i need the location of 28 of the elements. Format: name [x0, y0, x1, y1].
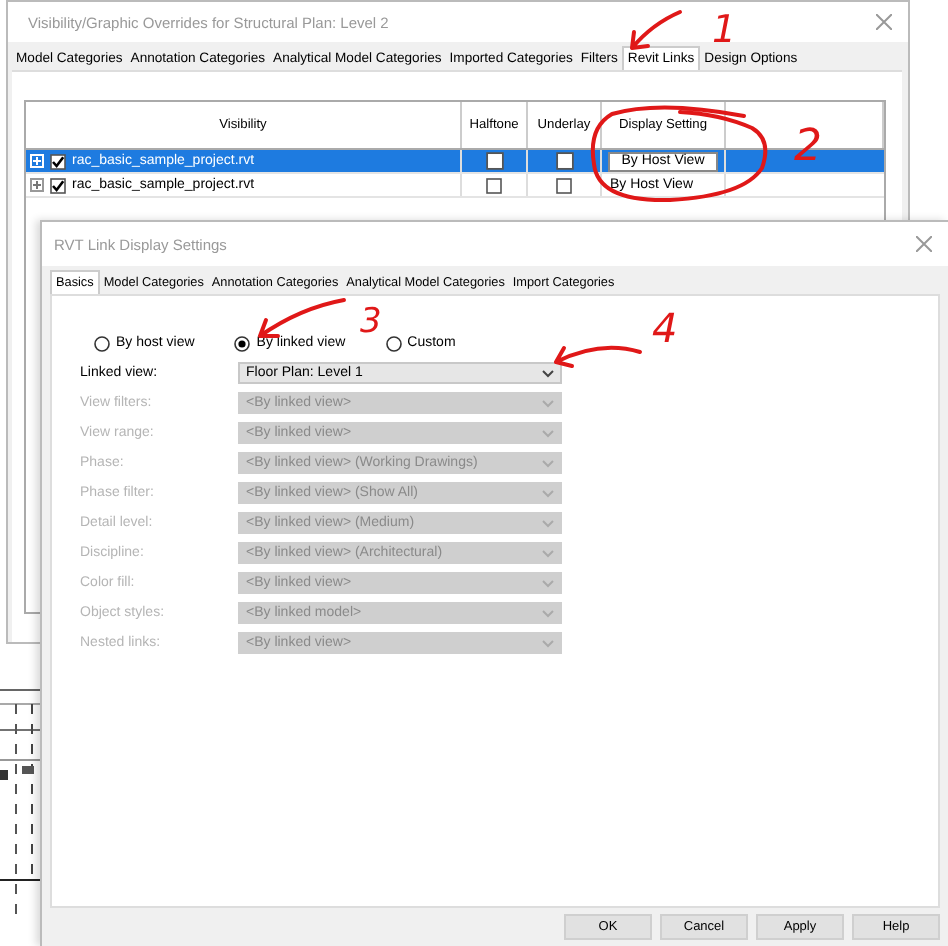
caret-icon: [542, 639, 554, 647]
radio-button[interactable]: [234, 335, 251, 351]
caret-icon: [542, 489, 554, 497]
caret-icon: [542, 579, 554, 587]
close-icon[interactable]: [876, 14, 892, 30]
annotation-number: 4: [652, 304, 678, 352]
caret-icon: [542, 399, 554, 407]
caret-icon: [542, 429, 554, 437]
checkbox[interactable]: [485, 152, 503, 170]
caret-icon: [542, 459, 554, 467]
caret-icon: [542, 519, 554, 527]
caret-icon: [542, 549, 554, 557]
annotation-number: 3: [360, 302, 382, 342]
checkbox[interactable]: [50, 153, 66, 169]
arrow-annotation: [630, 10, 682, 50]
expand-icon[interactable]: [30, 178, 44, 192]
arrow-annotation: [258, 298, 346, 338]
radio-button[interactable]: [94, 335, 110, 351]
checkbox[interactable]: [555, 152, 573, 170]
checkbox[interactable]: [50, 177, 66, 193]
caret-icon: [542, 609, 554, 617]
close-icon[interactable]: [916, 236, 932, 252]
checkbox[interactable]: [486, 177, 502, 193]
radio-button[interactable]: [385, 335, 402, 351]
arrow-annotation: [554, 345, 642, 368]
checkbox[interactable]: [556, 177, 572, 193]
annotation-number: 1: [712, 8, 737, 52]
caret-icon: [542, 369, 554, 377]
